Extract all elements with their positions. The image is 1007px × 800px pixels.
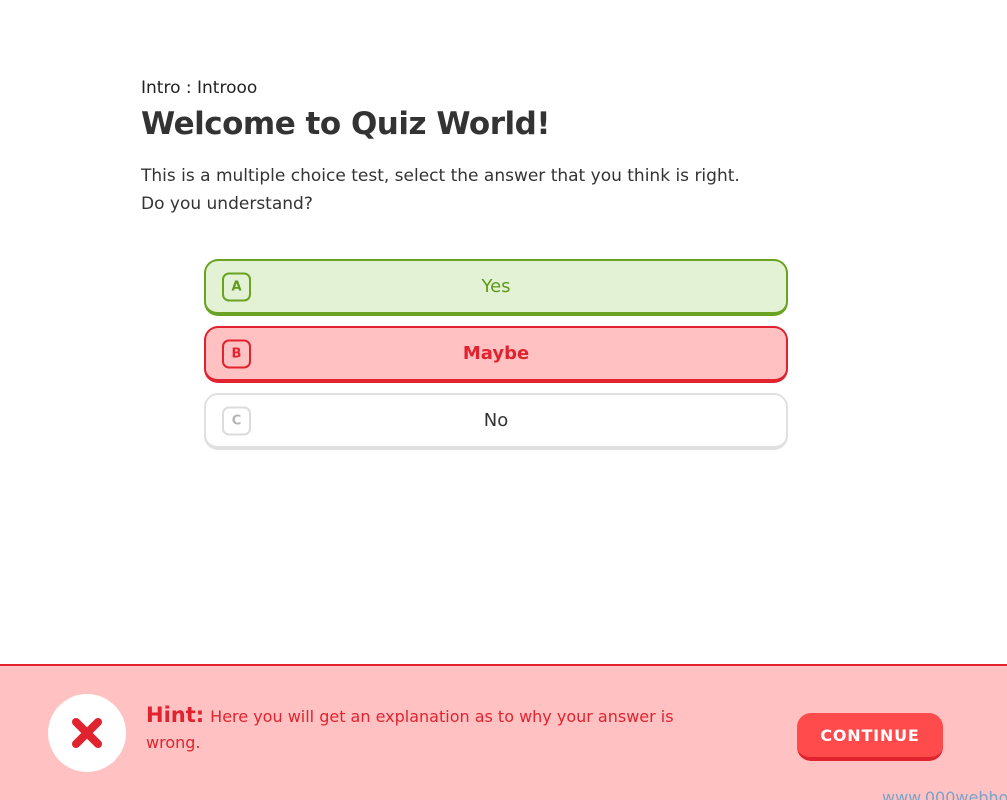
hint-text: Here you will get an explanation as to w… [146,707,674,752]
hint-label: Hint: [146,703,205,727]
option-label: No [483,410,509,431]
question-line-1: This is a multiple choice test, select t… [141,166,740,186]
footer-link[interactable]: www.000webhost [882,788,1007,800]
answer-options: A Yes B Maybe C No [204,259,788,460]
page-title: Welcome to Quiz World! [141,106,550,142]
continue-button[interactable]: CONTINUE [797,713,943,761]
option-key: C [222,406,251,435]
option-a[interactable]: A Yes [204,259,788,316]
question-line-2: Do you understand? [141,194,313,214]
close-icon [72,718,102,748]
option-c[interactable]: C No [204,393,788,450]
question-text: This is a multiple choice test, select t… [141,162,781,218]
option-key: A [222,272,251,301]
option-label: Maybe [462,343,530,364]
option-b[interactable]: B Maybe [204,326,788,383]
feedback-bar: Hint: Here you will get an explanation as… [0,664,1007,800]
option-label: Yes [481,276,511,297]
status-circle [48,694,126,772]
quiz-header: Intro : Introoo Welcome to Quiz World! T… [141,76,841,218]
hint: Hint: Here you will get an explanation as… [146,702,706,756]
breadcrumb: Intro : Introoo [141,78,258,98]
option-key: B [222,339,251,368]
